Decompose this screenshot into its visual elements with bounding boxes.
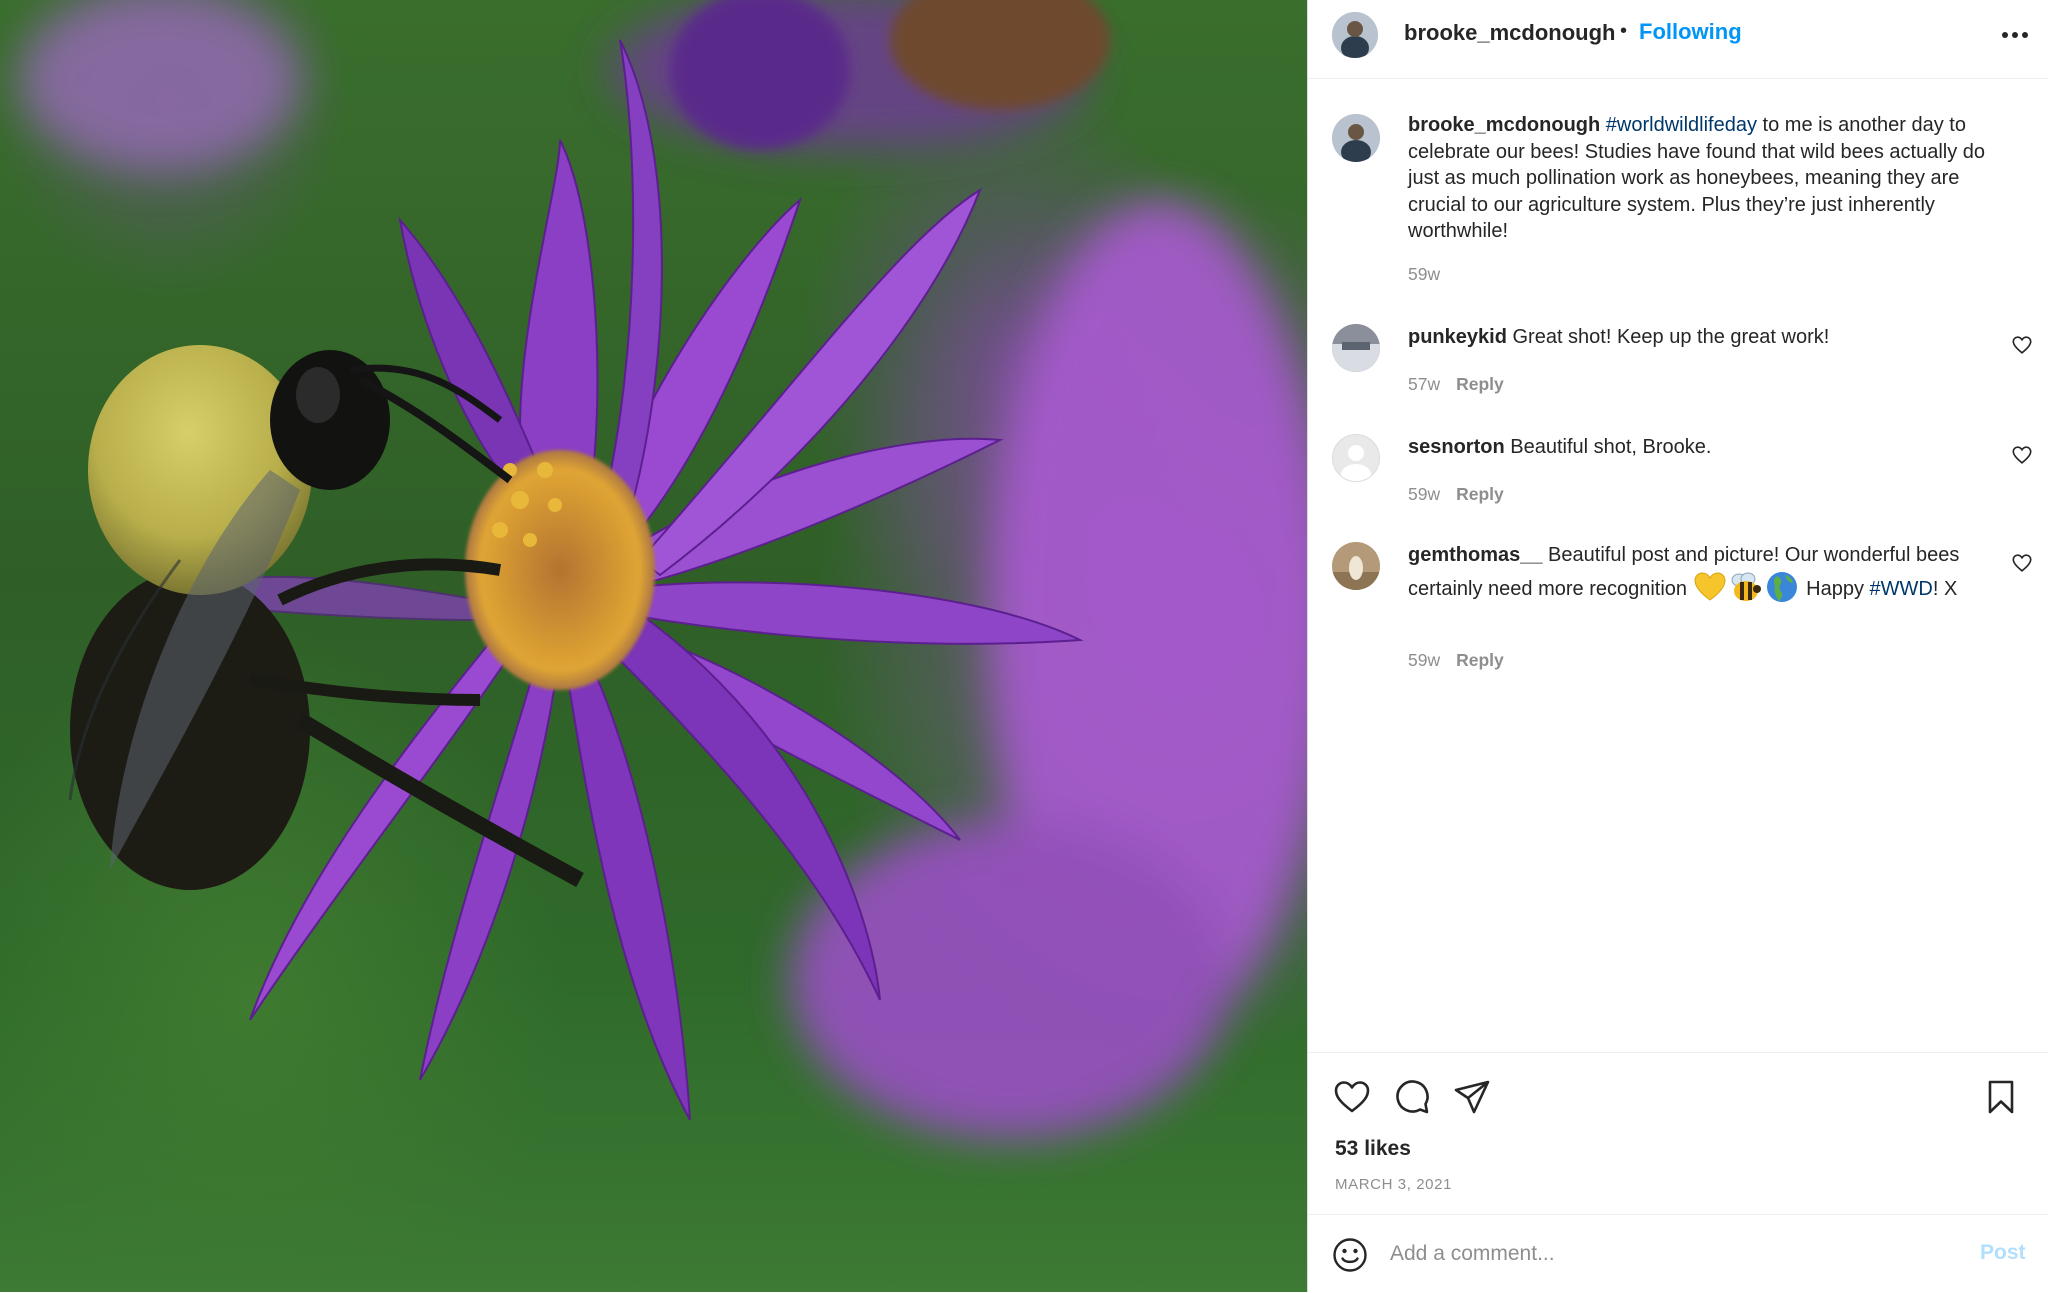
comment-body-end: ! X — [1932, 578, 1958, 600]
comment-icon[interactable] — [1392, 1077, 1432, 1117]
bee-flower-illustration — [20, 0, 1307, 1140]
post-date: MARCH 3, 2021 — [1335, 1176, 1453, 1193]
reply-button[interactable]: Reply — [1456, 484, 1504, 504]
commenter-avatar[interactable] — [1332, 324, 1380, 372]
comment-username[interactable]: gemthomas__ — [1408, 544, 1543, 566]
header-separator: • — [1620, 20, 1628, 42]
add-comment-bar: Post — [1308, 1214, 2048, 1293]
author-username[interactable]: brooke_mcdonough — [1404, 20, 1615, 46]
commenter-avatar[interactable] — [1332, 434, 1380, 482]
comment-body: Great shot! Keep up the great work! — [1506, 326, 1830, 348]
comment-username[interactable]: sesnorton — [1408, 436, 1505, 458]
comment-body-after: Happy — [1800, 578, 1870, 600]
honeybee-emoji-icon — [1731, 572, 1761, 601]
comment-meta: 59w Reply — [1408, 650, 1504, 671]
post-header: brooke_mcdonough • Following — [1308, 0, 2048, 79]
heart-icon[interactable] — [1332, 1077, 1372, 1117]
comment-text: sesnorton Beautiful shot, Brooke. — [1408, 434, 2008, 461]
comment-text: punkeykid Great shot! Keep up the great … — [1408, 324, 2008, 351]
heart-outline-icon[interactable] — [2011, 552, 2033, 574]
action-section: 53 likes MARCH 3, 2021 — [1308, 1052, 2048, 1213]
reply-button[interactable]: Reply — [1456, 374, 1504, 394]
author-avatar[interactable] — [1332, 12, 1378, 58]
bookmark-icon[interactable] — [1981, 1077, 2021, 1117]
share-icon[interactable] — [1452, 1077, 1492, 1117]
caption-username[interactable]: brooke_mcdonough — [1408, 114, 1600, 136]
smiley-icon[interactable] — [1332, 1237, 1368, 1273]
caption-hashtag[interactable]: #worldwildlifeday — [1606, 114, 1757, 136]
heart-outline-icon[interactable] — [2011, 444, 2033, 466]
more-horizontal-icon[interactable] — [1998, 20, 2032, 50]
post-photo[interactable] — [0, 0, 1307, 1292]
globe-europe-africa-emoji-icon — [1766, 572, 1797, 602]
caption-avatar[interactable] — [1332, 114, 1380, 162]
caption-text: brooke_mcdonough #worldwildlifeday to me… — [1408, 112, 2008, 245]
post-detail-panel: brooke_mcdonough • Following brooke_mcdo… — [1307, 0, 2048, 1292]
heart-outline-icon[interactable] — [2011, 334, 2033, 356]
comment-time: 59w — [1408, 484, 1441, 504]
add-comment-input[interactable] — [1390, 1235, 1910, 1273]
yellow-heart-emoji-icon — [1694, 572, 1726, 601]
comment-hashtag[interactable]: #WWD — [1870, 578, 1933, 600]
comment-time: 57w — [1408, 374, 1441, 394]
post-comment-button[interactable]: Post — [1980, 1241, 2026, 1265]
comment-time: 59w — [1408, 650, 1441, 670]
caption-meta: 59w — [1408, 264, 1440, 285]
likes-count[interactable]: 53 likes — [1335, 1137, 1411, 1161]
comment-username[interactable]: punkeykid — [1408, 326, 1507, 348]
commenter-avatar[interactable] — [1332, 542, 1380, 590]
comment-body: Beautiful shot, Brooke. — [1504, 436, 1712, 458]
following-button[interactable]: Following — [1639, 19, 1742, 45]
comment-meta: 57w Reply — [1408, 374, 1504, 395]
caption-time: 59w — [1408, 264, 1441, 284]
comment-meta: 59w Reply — [1408, 484, 1504, 505]
reply-button[interactable]: Reply — [1456, 650, 1504, 670]
comment-text: gemthomas__ Beautiful post and picture! … — [1408, 540, 1998, 604]
